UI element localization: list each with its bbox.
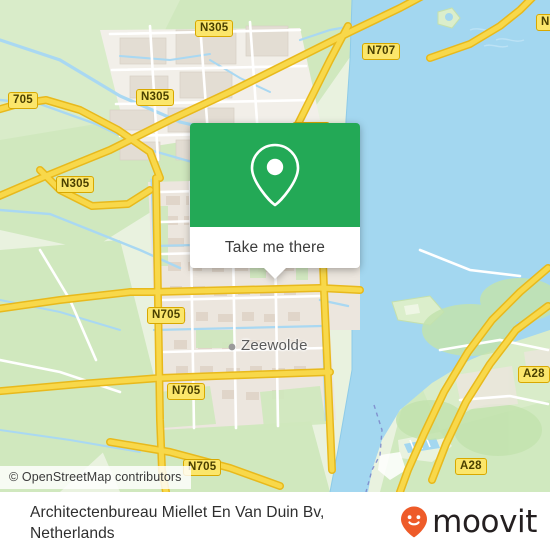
road-shield: N305 xyxy=(136,89,175,106)
road-shield: 705 xyxy=(8,92,38,109)
map-pin-icon xyxy=(250,143,300,207)
map-attribution[interactable]: © OpenStreetMap contributors xyxy=(0,466,191,489)
map-popup[interactable]: Take me there xyxy=(190,123,360,279)
place-label-zeewolde: Zeewolde xyxy=(241,337,308,354)
road-shield: N305 xyxy=(195,20,234,37)
place-marker-zeewolde xyxy=(228,343,236,351)
moovit-smiley-pin-icon xyxy=(401,506,428,538)
road-shield: N305 xyxy=(56,176,95,193)
moovit-map-screenshot: Zeewolde N305N707N7N305705N305N707N705A2… xyxy=(0,0,550,550)
moovit-logo[interactable]: moovit xyxy=(399,505,537,539)
take-me-there-label: Take me there xyxy=(224,238,326,256)
road-shield: A28 xyxy=(518,366,550,383)
popup-header xyxy=(190,123,360,227)
road-shield: N707 xyxy=(362,43,401,60)
footer-bar: Architectenbureau Miellet En Van Duin Bv… xyxy=(0,492,550,550)
road-shield: N705 xyxy=(147,307,186,324)
moovit-wordmark: moovit xyxy=(432,503,537,540)
location-title: Architectenbureau Miellet En Van Duin Bv… xyxy=(30,504,325,542)
road-shield: N7 xyxy=(536,14,550,31)
road-shield: N705 xyxy=(167,383,206,400)
popup-footer[interactable]: Take me there xyxy=(190,227,360,279)
popup-tail-triangle xyxy=(264,268,286,279)
road-shield: A28 xyxy=(455,458,487,475)
